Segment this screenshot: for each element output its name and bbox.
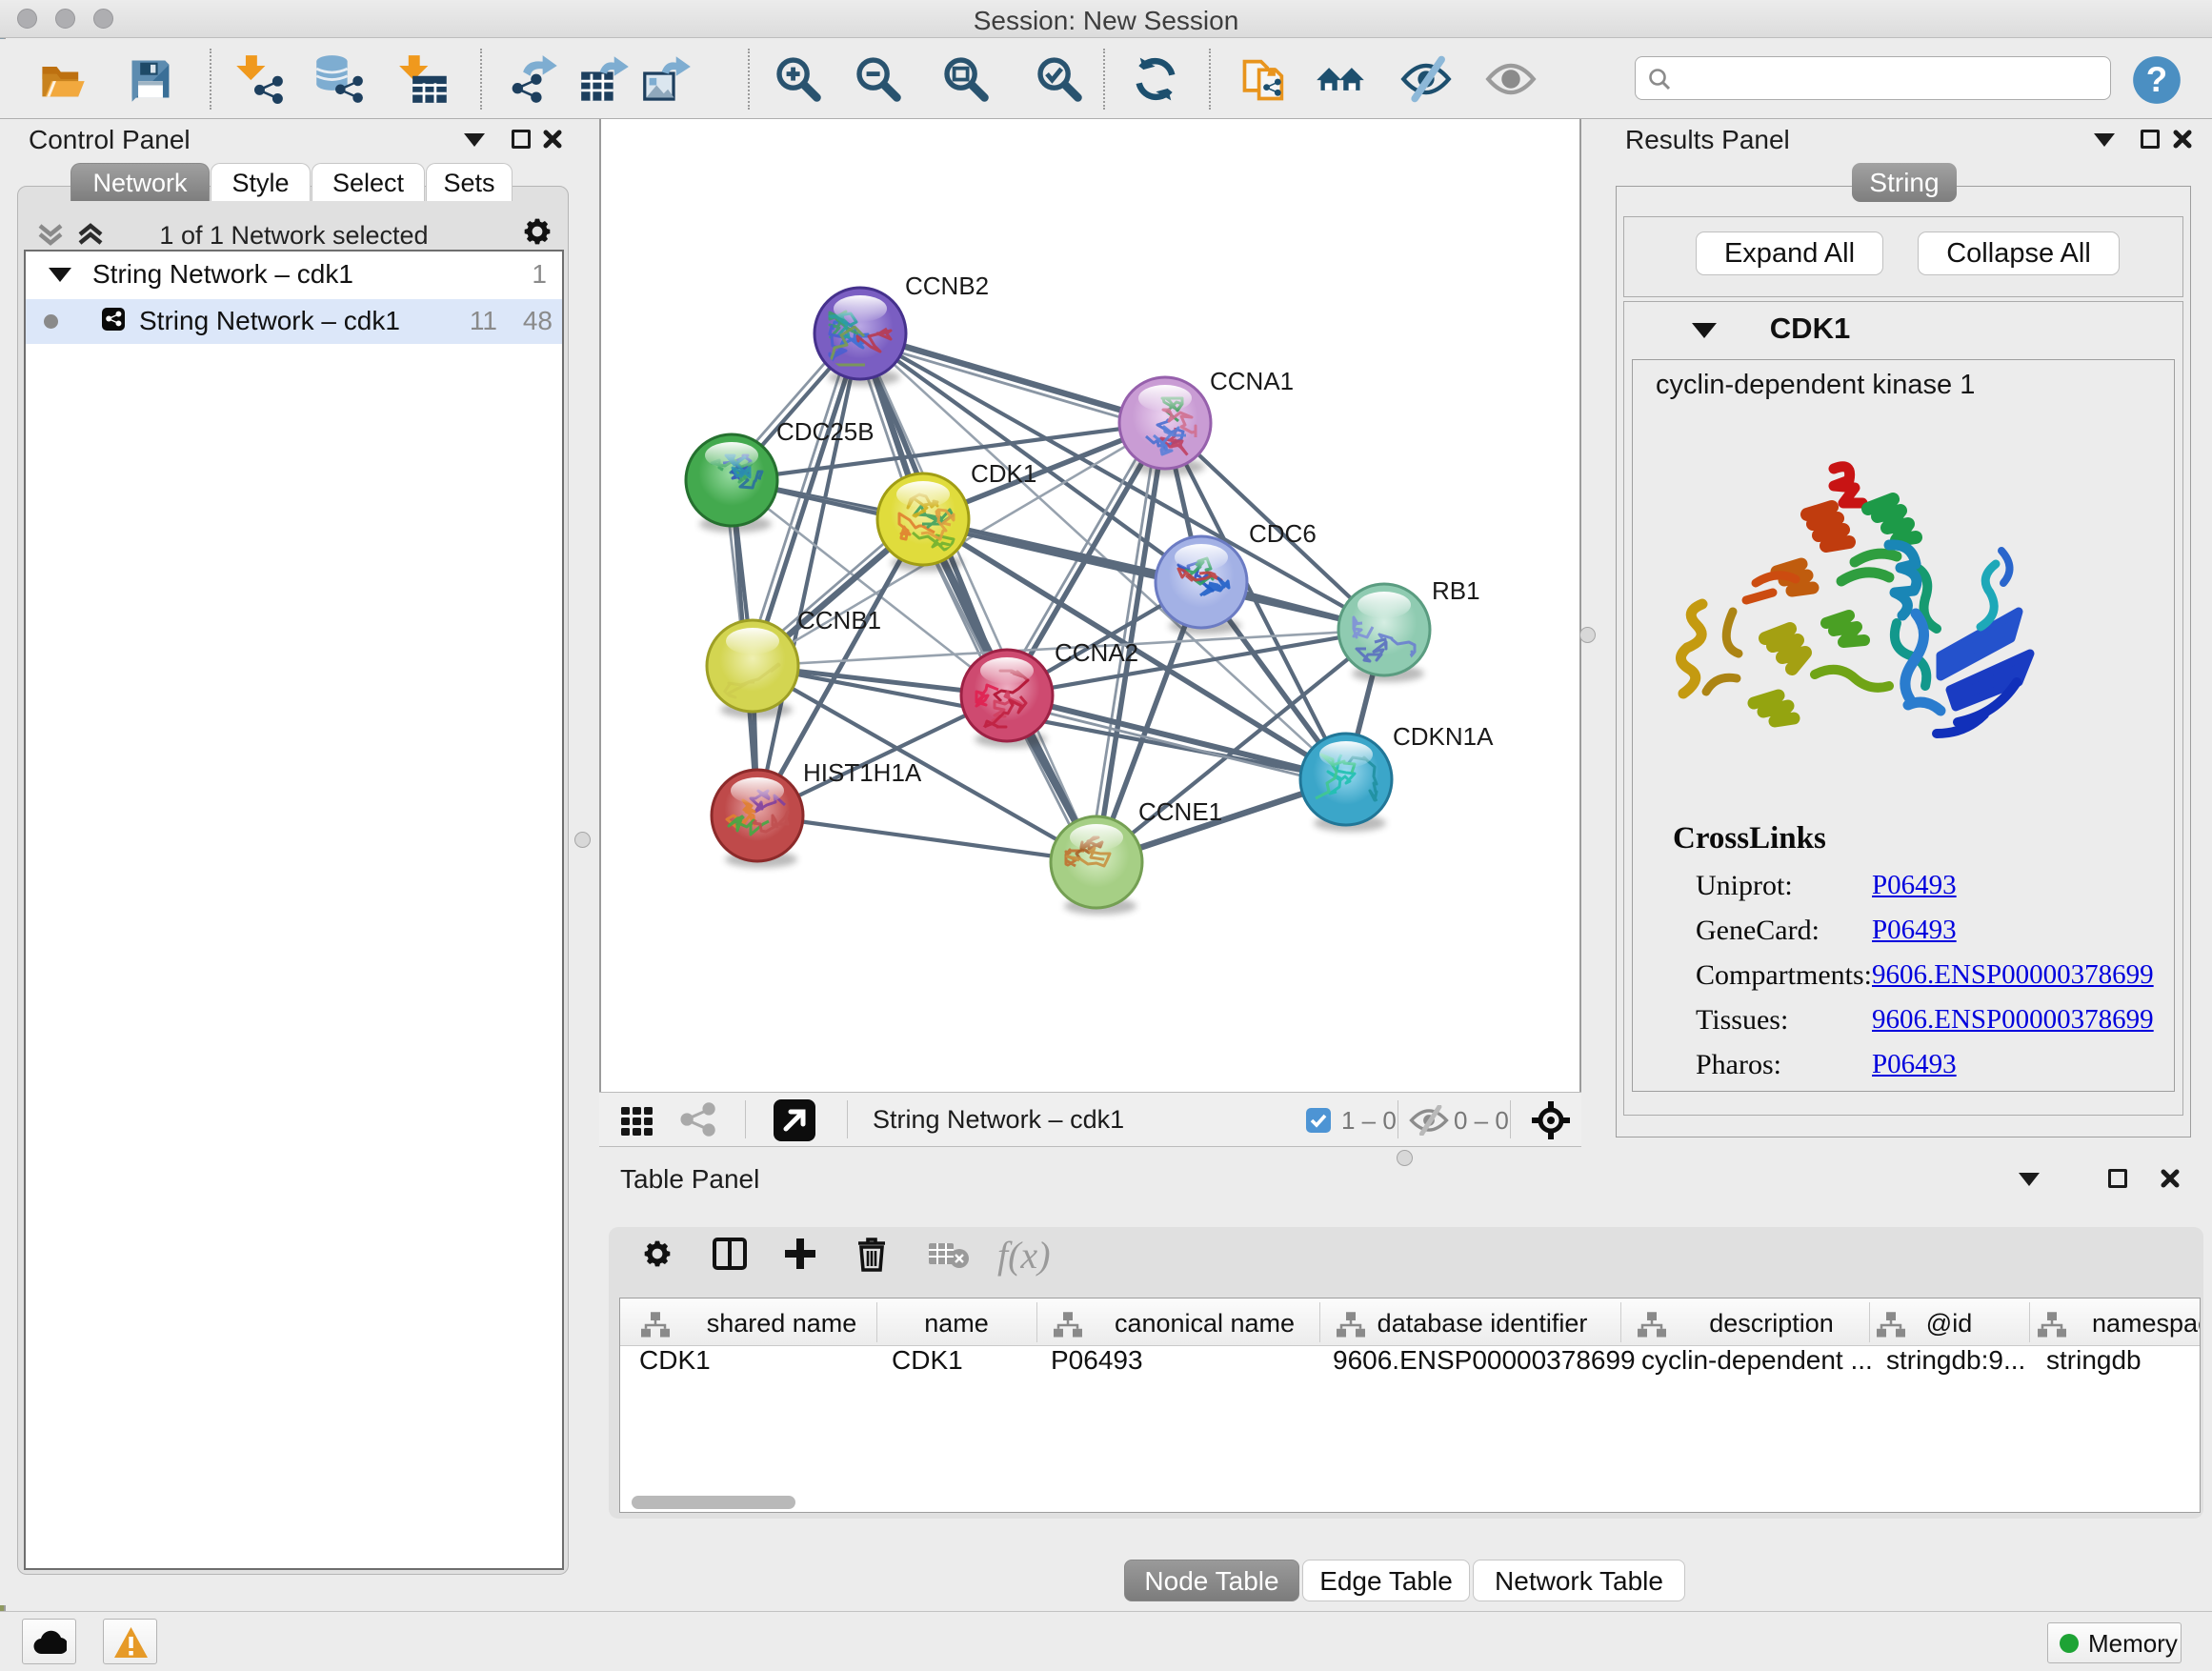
svg-text:CCNB1: CCNB1 bbox=[797, 606, 881, 634]
svg-text:HIST1H1A: HIST1H1A bbox=[803, 758, 922, 787]
svg-text:CDC6: CDC6 bbox=[1249, 519, 1317, 548]
svg-text:?: ? bbox=[2146, 60, 2167, 99]
svg-text:CCNB2: CCNB2 bbox=[905, 272, 989, 300]
svg-text:CDK1: CDK1 bbox=[971, 459, 1036, 488]
svg-text:CCNA2: CCNA2 bbox=[1055, 638, 1138, 667]
svg-text:CCNE1: CCNE1 bbox=[1138, 797, 1222, 826]
svg-text:CCNA1: CCNA1 bbox=[1210, 367, 1294, 395]
svg-text:CDKN1A: CDKN1A bbox=[1393, 722, 1494, 751]
svg-text:RB1: RB1 bbox=[1432, 576, 1480, 605]
svg-text:CDC25B: CDC25B bbox=[776, 417, 875, 446]
